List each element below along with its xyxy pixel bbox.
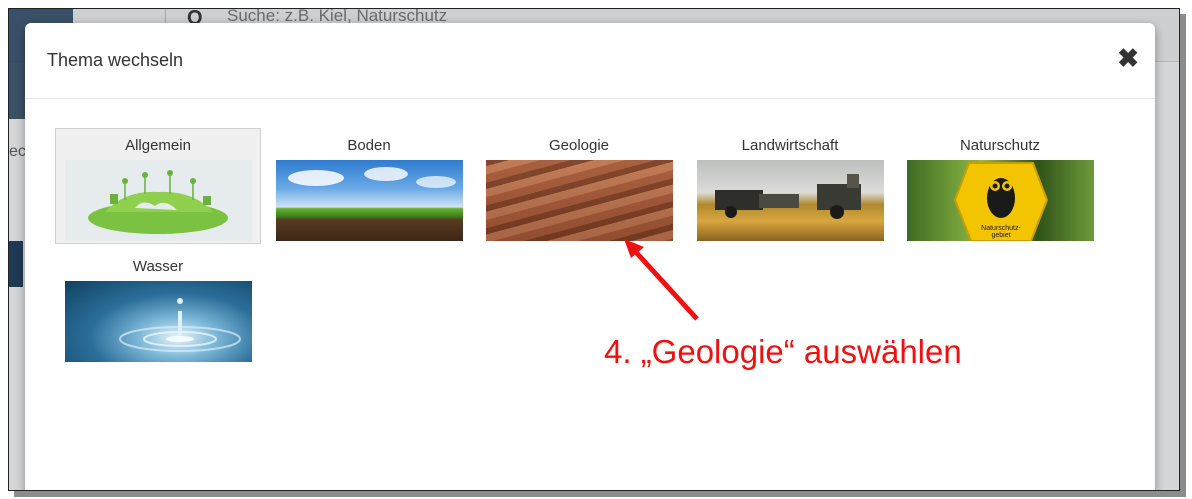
screenshot-frame: Q Suche: z.B. Kiel, Naturschutz ec Thema… <box>8 8 1180 491</box>
theme-modal: Thema wechseln ✖ Allgemein Boden Geologi… <box>25 23 1155 490</box>
annotation-arrow <box>624 239 699 321</box>
annotation-text: 4. „Geologie“ auswählen <box>604 333 962 370</box>
background-side-button <box>9 241 23 287</box>
background-side-text: ec <box>9 143 26 160</box>
